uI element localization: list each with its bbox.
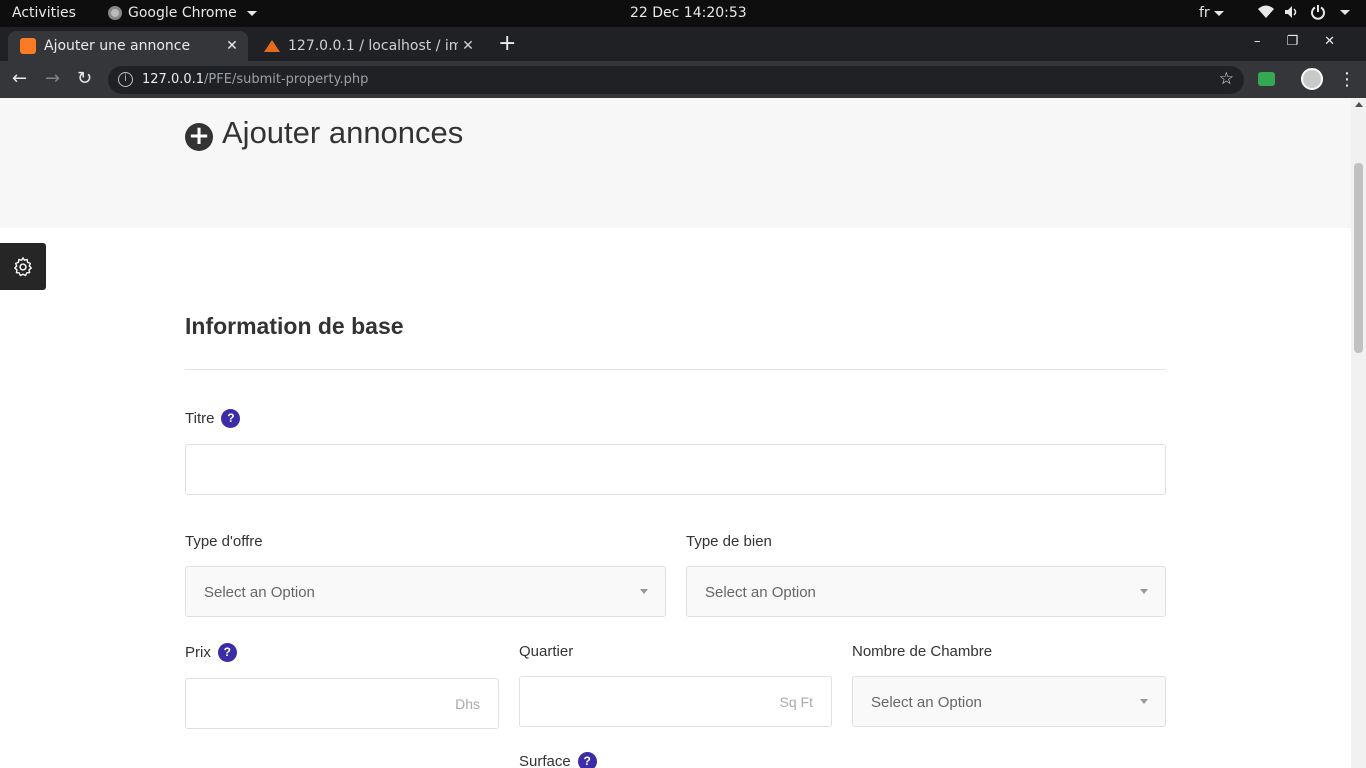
forward-arrow-icon[interactable]: →	[45, 69, 60, 89]
info-icon[interactable]: i	[118, 72, 133, 87]
settings-toggle[interactable]	[0, 243, 46, 290]
chevron-down-icon	[246, 10, 257, 16]
activities-button[interactable]: Activities	[12, 5, 76, 21]
chevron-down-icon	[1340, 9, 1350, 15]
restore-icon[interactable]: ❐	[1287, 34, 1299, 49]
window-controls: – ❐ ✕	[1254, 34, 1335, 49]
surface-label: Surface ?	[519, 752, 597, 768]
chambres-label-text: Nombre de Chambre	[852, 643, 993, 660]
language-indicator[interactable]: fr	[1199, 5, 1224, 21]
page-header: + Ajouter annonces	[0, 98, 1351, 228]
volume-icon	[1285, 6, 1297, 18]
new-tab-icon[interactable]: +	[498, 33, 516, 55]
page-viewport: + Ajouter annonces Information de base T…	[0, 98, 1366, 768]
help-icon[interactable]: ?	[217, 643, 237, 662]
tab-ajouter-annonce[interactable]: Ajouter une annonce ✕	[8, 31, 248, 61]
prix-label-text: Prix	[185, 644, 211, 661]
gear-icon	[14, 256, 32, 276]
chevron-down-icon	[640, 589, 648, 594]
titre-input[interactable]	[185, 444, 1166, 495]
type-bien-select[interactable]: Select an Option	[686, 566, 1166, 617]
minimize-icon[interactable]: –	[1254, 34, 1261, 49]
app-name: Google Chrome	[128, 5, 237, 21]
chevron-down-icon	[1140, 699, 1148, 704]
section-title: Information de base	[185, 313, 404, 339]
titre-text-field[interactable]	[186, 445, 1165, 494]
close-window-icon[interactable]: ✕	[1324, 34, 1335, 49]
chambres-label: Nombre de Chambre	[852, 643, 992, 660]
power-icon	[1311, 5, 1325, 20]
tab-title: 127.0.0.1 / localhost / imm	[288, 38, 458, 54]
chambres-select[interactable]: Select an Option	[852, 676, 1166, 727]
prix-input[interactable]: Dhs	[185, 678, 499, 729]
help-icon[interactable]: ?	[577, 752, 597, 768]
scrollbar-thumb[interactable]	[1354, 163, 1363, 353]
chrome-icon	[108, 6, 122, 20]
type-offre-placeholder: Select an Option	[204, 584, 315, 601]
wifi-icon	[1258, 5, 1274, 18]
clock[interactable]: 22 Dec 14:20:53	[630, 5, 747, 21]
chevron-down-icon	[1140, 589, 1148, 594]
profile-avatar[interactable]	[1301, 68, 1323, 90]
tab-strip: Ajouter une annonce ✕ 127.0.0.1 / localh…	[0, 27, 1366, 61]
surface-label-text: Surface	[519, 753, 571, 768]
close-tab-icon[interactable]: ✕	[222, 38, 242, 54]
extension-icon[interactable]	[1258, 72, 1275, 86]
system-top-bar: Activities Google Chrome 22 Dec 14:20:53…	[0, 0, 1366, 27]
language-label: fr	[1199, 5, 1210, 21]
type-offre-select[interactable]: Select an Option	[185, 566, 666, 617]
chevron-down-icon	[1213, 10, 1224, 16]
page-scrollbar[interactable]	[1351, 98, 1366, 768]
type-bien-placeholder: Select an Option	[705, 584, 816, 601]
close-tab-icon[interactable]: ✕	[458, 38, 478, 54]
titre-label: Titre ?	[185, 409, 241, 428]
titre-label-text: Titre	[185, 410, 215, 427]
help-icon[interactable]: ?	[221, 409, 241, 428]
quartier-label-text: Quartier	[519, 643, 574, 660]
chambres-placeholder: Select an Option	[871, 694, 982, 711]
quartier-input[interactable]: Sq Ft	[519, 676, 832, 727]
scroll-up-arrow-icon[interactable]	[1355, 102, 1363, 107]
phpmyadmin-favicon-icon	[264, 40, 280, 52]
bookmark-star-icon[interactable]: ☆	[1219, 69, 1234, 89]
quartier-unit: Sq Ft	[779, 694, 813, 710]
tab-phpmyadmin[interactable]: 127.0.0.1 / localhost / imm ✕	[252, 31, 484, 61]
type-offre-label-text: Type d'offre	[185, 533, 263, 550]
xampp-favicon-icon	[20, 38, 36, 54]
url-text[interactable]: 127.0.0.1/PFE/submit-property.php	[142, 72, 368, 87]
type-offre-label: Type d'offre	[185, 533, 263, 550]
page-title: Ajouter annonces	[222, 115, 464, 150]
quartier-label: Quartier	[519, 643, 573, 660]
system-menu[interactable]	[1258, 4, 1350, 20]
tab-title: Ajouter une annonce	[44, 38, 191, 54]
type-bien-label: Type de bien	[686, 533, 772, 550]
prix-unit: Dhs	[455, 696, 480, 712]
url-host: 127.0.0.1	[142, 72, 205, 87]
url-path: /PFE/submit-property.php	[204, 72, 369, 87]
browser-toolbar: ← → ↻ i 127.0.0.1/PFE/submit-property.ph…	[0, 61, 1366, 98]
menu-kebab-icon[interactable]: ⋮	[1338, 69, 1356, 90]
address-bar[interactable]: i 127.0.0.1/PFE/submit-property.php ☆	[108, 66, 1244, 94]
type-bien-label-text: Type de bien	[686, 533, 772, 550]
plus-circle-icon: +	[185, 123, 213, 151]
app-menu[interactable]: Google Chrome	[108, 5, 257, 21]
reload-icon[interactable]: ↻	[77, 69, 92, 89]
back-arrow-icon[interactable]: ←	[12, 69, 27, 89]
prix-label: Prix ?	[185, 643, 237, 662]
divider	[185, 369, 1166, 370]
